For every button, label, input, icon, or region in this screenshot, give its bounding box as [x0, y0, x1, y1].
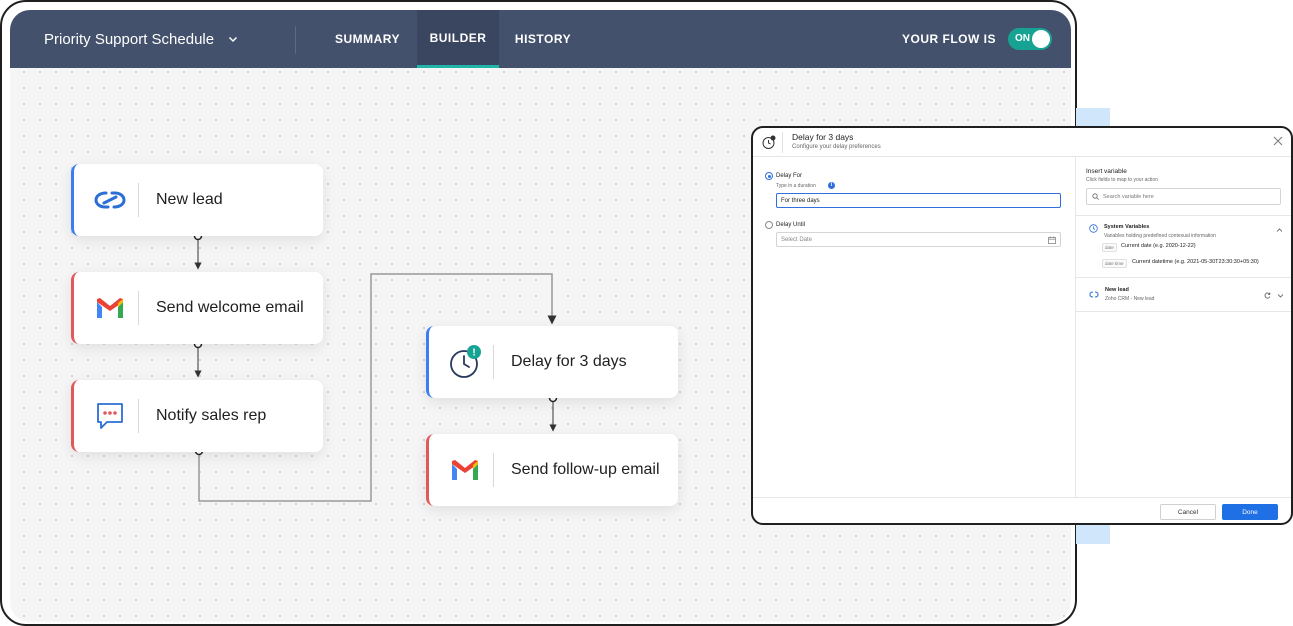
node-divider: [138, 291, 139, 325]
flow-node-send-welcome-email[interactable]: Send welcome email: [71, 272, 323, 344]
delay-dialog: Delay for 3 days Configure your delay pr…: [751, 126, 1293, 525]
node-label: New lead: [156, 191, 223, 208]
info-icon[interactable]: i: [828, 182, 835, 189]
node-label: Send follow-up email: [511, 461, 660, 478]
done-button[interactable]: Done: [1222, 504, 1278, 520]
dialog-footer: Cancel Done: [753, 497, 1291, 523]
refresh-icon[interactable]: [1264, 292, 1271, 299]
delay-options-pane: Delay For Type in a duration i For three…: [753, 157, 1075, 497]
system-variables-icon: [1089, 224, 1098, 233]
search-placeholder: Search variable here: [1103, 193, 1154, 200]
calendar-icon[interactable]: [1048, 236, 1056, 244]
delay-clock-icon: [762, 135, 776, 149]
dialog-header: Delay for 3 days Configure your delay pr…: [753, 128, 1291, 157]
chat-icon: [92, 398, 128, 434]
flow-node-new-lead[interactable]: New lead: [71, 164, 323, 236]
node-label: Delay for 3 days: [511, 353, 627, 370]
gmail-icon: [92, 290, 128, 326]
system-variables-subtitle: Variables holding predefined contexual i…: [1104, 233, 1216, 239]
chevron-up-icon[interactable]: [1276, 227, 1283, 233]
zoho-crm-icon: [92, 182, 128, 218]
system-variables-title: System Variables: [1104, 224, 1150, 230]
search-icon: [1092, 193, 1099, 200]
duration-hint: Type in a duration: [776, 183, 816, 189]
cancel-button[interactable]: Cancel: [1160, 504, 1216, 520]
date-placeholder: Select Date: [781, 236, 813, 243]
insert-variable-subtitle: Click fields to map to your action: [1086, 177, 1158, 183]
node-divider: [493, 345, 494, 379]
flow-node-send-follow-up-email[interactable]: Send follow-up email: [426, 434, 678, 506]
delay-until-label: Delay Until: [776, 222, 806, 228]
insert-variable-pane: Insert variable Click fields to map to y…: [1075, 157, 1291, 497]
node-divider: [138, 183, 139, 217]
flow-node-notify-sales-rep[interactable]: Notify sales rep: [71, 380, 323, 452]
duration-value: For three days: [781, 197, 820, 204]
delay-for-radio[interactable]: [765, 172, 773, 180]
delay-until-radio[interactable]: [765, 221, 773, 229]
insert-variable-title: Insert variable: [1086, 168, 1127, 175]
date-picker-field[interactable]: Select Date: [776, 232, 1061, 247]
section-divider: [1076, 215, 1291, 216]
chevron-down-icon[interactable]: [1277, 293, 1284, 299]
var-tag-datetime: date time: [1102, 259, 1127, 268]
node-divider: [138, 399, 139, 433]
variable-search-input[interactable]: Search variable here: [1086, 188, 1281, 205]
node-label: Notify sales rep: [156, 407, 267, 424]
new-lead-subtitle: Zoho CRM - New lead: [1105, 296, 1155, 302]
section-divider: [1076, 277, 1291, 278]
delay-clock-icon: !: [447, 344, 483, 380]
header-divider: [782, 132, 783, 153]
flow-node-delay[interactable]: ! Delay for 3 days: [426, 326, 678, 398]
node-divider: [493, 453, 494, 487]
svg-text:!: !: [472, 348, 475, 359]
new-lead-title: New lead: [1105, 287, 1129, 293]
zoho-crm-icon: [1089, 291, 1099, 298]
var-current-datetime[interactable]: Current datetime (e.g. 2021-05-30T23:30:…: [1132, 259, 1259, 265]
duration-input[interactable]: For three days: [776, 193, 1061, 208]
var-tag-date: date: [1102, 243, 1117, 252]
delay-for-label: Delay For: [776, 173, 803, 179]
dialog-title: Delay for 3 days: [792, 132, 854, 142]
node-label: Send welcome email: [156, 299, 304, 316]
var-current-date[interactable]: Current date (e.g. 2020-12-22): [1121, 243, 1196, 249]
close-icon[interactable]: [1273, 136, 1283, 146]
gmail-icon: [447, 452, 483, 488]
section-divider: [1076, 311, 1291, 312]
dialog-subtitle: Configure your delay preferences: [792, 144, 881, 150]
